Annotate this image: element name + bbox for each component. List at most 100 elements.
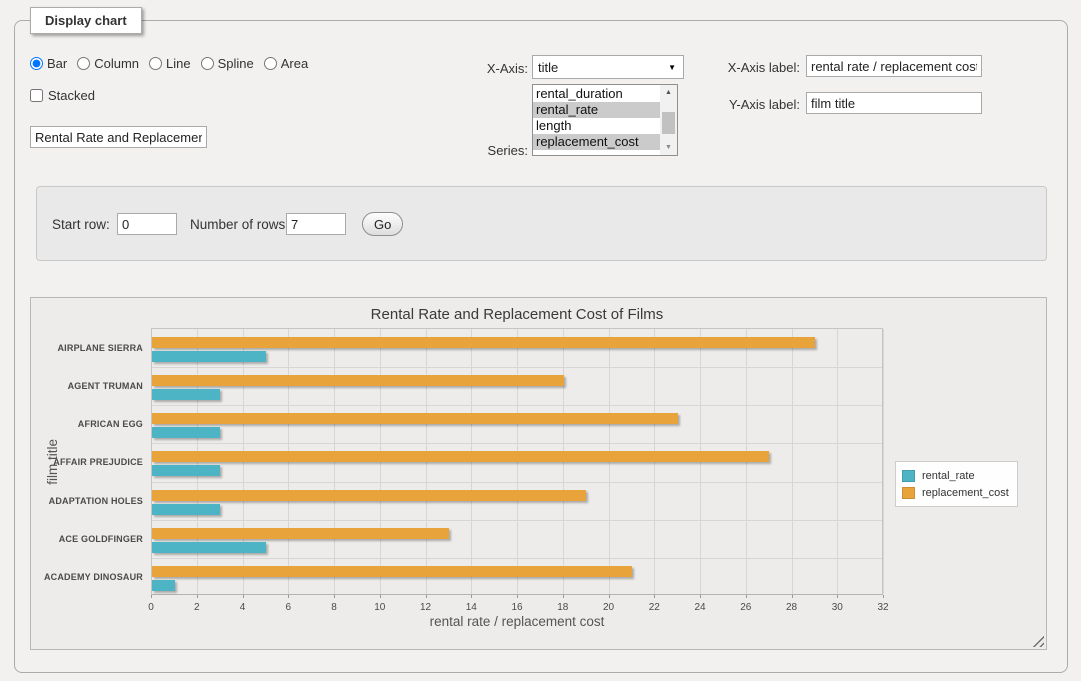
series-option-length[interactable]: length: [533, 118, 660, 134]
chart-container: Rental Rate and Replacement Cost of Film…: [30, 297, 1047, 650]
series-option-rental_duration[interactable]: rental_duration: [533, 86, 660, 102]
tick-mark: [151, 595, 152, 598]
bar-rental_rate: [152, 351, 266, 362]
chart-type-label: Area: [281, 56, 308, 71]
y-axis-label-label: Y-Axis label:: [690, 97, 800, 112]
tick-mark: [700, 595, 701, 598]
category-label: ADAPTATION HOLES: [35, 496, 143, 506]
series-option-rental_rate[interactable]: rental_rate: [533, 102, 660, 118]
bar-replacement_cost: [152, 528, 449, 539]
tick-mark: [654, 595, 655, 598]
tick-label: 18: [548, 602, 578, 613]
tick-label: 32: [868, 602, 898, 613]
start-row-label: Start row:: [52, 217, 110, 232]
category-label: AFRICAN EGG: [35, 419, 143, 429]
scrollbar-thumb[interactable]: [662, 112, 675, 134]
chart-type-option-line[interactable]: Line: [149, 56, 191, 71]
bar-replacement_cost: [152, 375, 564, 386]
category-label: AGENT TRUMAN: [35, 381, 143, 391]
chart-type-option-area[interactable]: Area: [264, 56, 308, 71]
tick-mark: [517, 595, 518, 598]
chart-plot-area: [151, 328, 883, 595]
tick-mark: [380, 595, 381, 598]
x-axis-label-input[interactable]: [806, 55, 982, 77]
y-axis-label-input[interactable]: [806, 92, 982, 114]
category-label: AIRPLANE SIERRA: [35, 343, 143, 353]
chart-type-label: Line: [166, 56, 191, 71]
legend-label: rental_rate: [922, 470, 975, 482]
chart-type-radio-area[interactable]: [264, 57, 277, 70]
bar-rental_rate: [152, 504, 220, 515]
series-listbox[interactable]: rental_durationrental_ratelengthreplacem…: [532, 84, 678, 156]
tick-label: 6: [273, 602, 303, 613]
chart-resize-handle[interactable]: [1032, 635, 1044, 647]
tick-mark: [609, 595, 610, 598]
bar-rental_rate: [152, 580, 175, 591]
series-scrollbar[interactable]: ▲ ▼: [660, 85, 677, 155]
tick-label: 26: [731, 602, 761, 613]
gridline: [152, 367, 882, 368]
row-controls-panel: [36, 186, 1047, 261]
chart-type-option-column[interactable]: Column: [77, 56, 139, 71]
legend-row: replacement_cost: [902, 484, 1009, 501]
gridline: [883, 329, 884, 594]
tick-mark: [334, 595, 335, 598]
tick-mark: [288, 595, 289, 598]
stacked-label: Stacked: [48, 88, 95, 103]
gridline: [152, 443, 882, 444]
x-axis-select-label: X-Axis:: [440, 61, 528, 76]
chart-type-radio-line[interactable]: [149, 57, 162, 70]
category-label: ACADEMY DINOSAUR: [35, 572, 143, 582]
gridline: [152, 482, 882, 483]
chart-title-input[interactable]: [30, 126, 207, 148]
go-button[interactable]: Go: [362, 212, 403, 236]
x-axis-select[interactable]: title ▼: [532, 55, 684, 79]
tick-label: 24: [685, 602, 715, 613]
scroll-up-icon[interactable]: ▲: [660, 85, 677, 100]
chart-type-radio-spline[interactable]: [201, 57, 214, 70]
chart-type-option-bar[interactable]: Bar: [30, 56, 67, 71]
bar-rental_rate: [152, 389, 220, 400]
series-options: rental_durationrental_ratelengthreplacem…: [533, 86, 660, 150]
tick-label: 4: [228, 602, 258, 613]
category-label: AFFAIR PREJUDICE: [35, 457, 143, 467]
gridline: [152, 405, 882, 406]
x-axis-label-label: X-Axis label:: [690, 60, 800, 75]
tick-label: 2: [182, 602, 212, 613]
series-option-replacement_cost[interactable]: replacement_cost: [533, 134, 660, 150]
tick-mark: [563, 595, 564, 598]
tick-label: 12: [411, 602, 441, 613]
tick-label: 14: [456, 602, 486, 613]
x-axis-selected-value: title: [538, 60, 558, 75]
bar-replacement_cost: [152, 451, 769, 462]
bar-rental_rate: [152, 542, 266, 553]
page: Display chart Bar Column Line Spline Area St…: [0, 0, 1081, 681]
stacked-checkbox[interactable]: [30, 89, 43, 102]
gridline: [152, 520, 882, 521]
chevron-down-icon: ▼: [668, 63, 676, 72]
number-of-rows-input[interactable]: [286, 213, 346, 235]
chart-type-radio-bar[interactable]: [30, 57, 43, 70]
tick-mark: [746, 595, 747, 598]
tick-label: 10: [365, 602, 395, 613]
chart-title: Rental Rate and Replacement Cost of Film…: [151, 306, 883, 323]
tick-label: 22: [639, 602, 669, 613]
bar-replacement_cost: [152, 490, 586, 501]
tick-label: 16: [502, 602, 532, 613]
fieldset-legend: Display chart: [30, 7, 142, 34]
scroll-down-icon[interactable]: ▼: [660, 140, 677, 155]
tick-mark: [426, 595, 427, 598]
tick-mark: [243, 595, 244, 598]
chart-type-option-spline[interactable]: Spline: [201, 56, 254, 71]
legend-swatch: [902, 487, 915, 499]
chart-type-radio-column[interactable]: [77, 57, 90, 70]
tick-mark: [471, 595, 472, 598]
start-row-input[interactable]: [117, 213, 177, 235]
bar-replacement_cost: [152, 413, 678, 424]
tick-mark: [883, 595, 884, 598]
tick-label: 28: [777, 602, 807, 613]
tick-mark: [792, 595, 793, 598]
chart-x-axis-title: rental rate / replacement cost: [151, 614, 883, 629]
tick-label: 30: [822, 602, 852, 613]
chart-type-label: Spline: [218, 56, 254, 71]
